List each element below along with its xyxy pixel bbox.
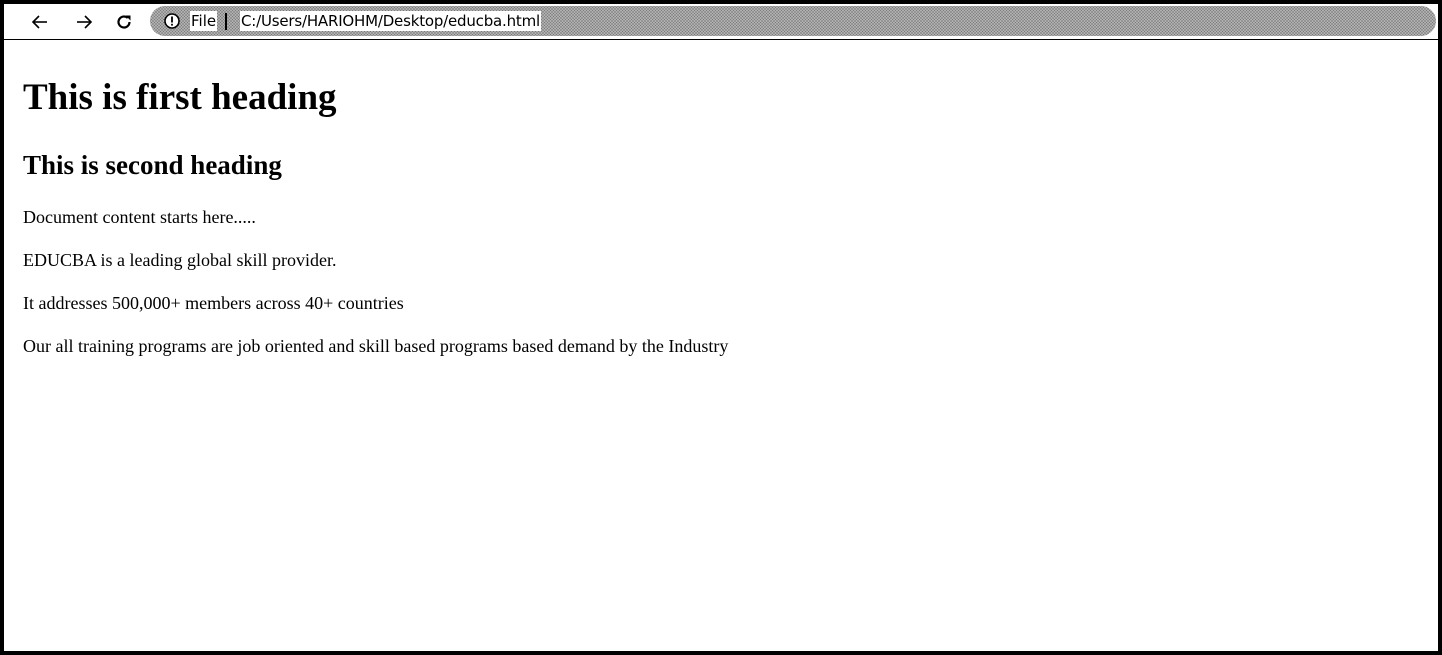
page-heading-2: This is second heading bbox=[23, 150, 282, 180]
browser-window: File C:/Users/HARIOHM/Desktop/educba.htm… bbox=[0, 0, 1442, 655]
browser-toolbar: File C:/Users/HARIOHM/Desktop/educba.htm… bbox=[4, 4, 1438, 40]
address-separator bbox=[225, 13, 227, 30]
address-bar[interactable]: File C:/Users/HARIOHM/Desktop/educba.htm… bbox=[150, 6, 1436, 36]
arrow-right-icon bbox=[77, 15, 93, 29]
reload-button[interactable] bbox=[110, 8, 138, 36]
address-url-text[interactable]: C:/Users/HARIOHM/Desktop/educba.html bbox=[240, 11, 541, 31]
paragraph: Our all training programs are job orient… bbox=[23, 336, 729, 356]
page-content: This is first heading This is second hea… bbox=[4, 40, 1438, 651]
reload-icon bbox=[117, 15, 131, 29]
page-heading-1: This is first heading bbox=[23, 77, 337, 118]
back-button[interactable] bbox=[26, 8, 54, 36]
info-circle-icon[interactable] bbox=[164, 13, 180, 29]
paragraph: EDUCBA is a leading global skill provide… bbox=[23, 250, 337, 270]
paragraph: Document content starts here..... bbox=[23, 207, 256, 227]
forward-button[interactable] bbox=[70, 8, 98, 36]
arrow-left-icon bbox=[31, 15, 47, 29]
address-scheme-label: File bbox=[190, 11, 218, 31]
paragraph: It addresses 500,000+ members across 40+… bbox=[23, 293, 404, 313]
